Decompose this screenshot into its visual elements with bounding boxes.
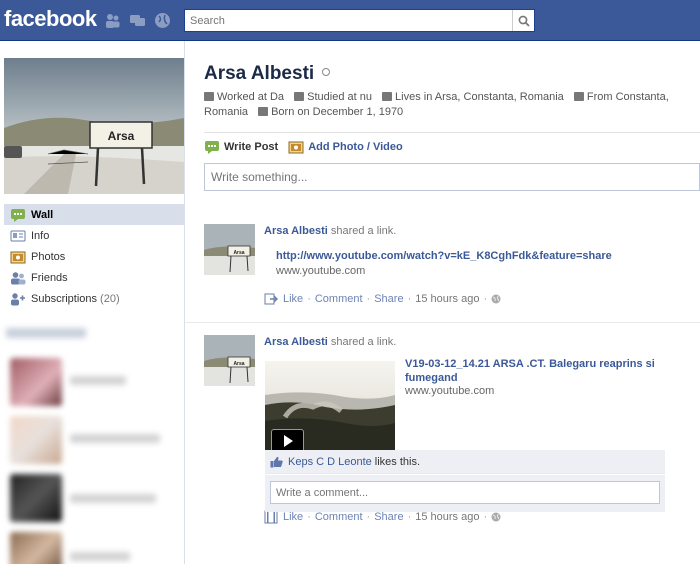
location-pin-icon	[382, 92, 393, 101]
composer-box	[204, 163, 700, 191]
post-header: Arsa Albesti shared a link.	[264, 336, 396, 348]
nav-item-friends[interactable]: Friends	[4, 267, 184, 288]
nav-label: Friends	[31, 271, 68, 284]
shared-link-url[interactable]: http://www.youtube.com/watch?v=kE_K8CghF…	[276, 250, 612, 262]
notifications-icon[interactable]	[154, 12, 171, 29]
write-post-label: Write Post	[224, 141, 279, 153]
author-thumb-photo: Arsa	[204, 335, 255, 386]
share-link[interactable]: Share	[374, 293, 403, 305]
post-author-thumb[interactable]: Arsa	[204, 335, 255, 386]
search-box	[184, 9, 535, 32]
profile-info: Worked at Da Studied at nu Lives in Arsa…	[204, 90, 684, 120]
comment-link[interactable]: Comment	[315, 511, 363, 523]
play-icon	[283, 435, 293, 447]
post-author[interactable]: Arsa Albesti	[264, 336, 328, 348]
video-thumbnail[interactable]	[265, 361, 395, 457]
write-something-input[interactable]	[205, 164, 699, 190]
nav-label: Photos	[31, 250, 66, 263]
subscriptions-count: (20)	[100, 292, 120, 305]
nav-item-subscriptions[interactable]: Subscriptions (20)	[4, 288, 184, 309]
add-photo-video-label: Add Photo / Video	[308, 141, 403, 153]
from: From Constanta,	[586, 91, 669, 103]
likes-sentence: Keps C D Leonte likes this.	[265, 450, 665, 474]
globe-icon	[491, 512, 501, 522]
video-icon	[264, 510, 278, 524]
born: Born on December 1, 1970	[271, 106, 404, 118]
search-input[interactable]	[185, 10, 505, 31]
write-comment-input[interactable]	[270, 481, 660, 504]
add-photo-video-tab[interactable]: Add Photo / Video	[288, 140, 403, 154]
left-column: Arsa Wall Info Photos Friends Subscripti…	[0, 41, 185, 564]
post-timestamp[interactable]: 15 hours ago	[415, 293, 479, 305]
friend-requests-icon[interactable]	[104, 12, 121, 29]
post-author[interactable]: Arsa Albesti	[264, 225, 328, 237]
facebook-logo[interactable]: facebook	[4, 6, 97, 32]
thumb-sign-text: Arsa	[233, 361, 244, 367]
home-icon	[573, 92, 584, 101]
friends-icon	[10, 271, 26, 285]
subscriptions-icon	[10, 292, 26, 306]
profile-picture[interactable]: Arsa	[4, 58, 184, 194]
profile-name[interactable]: Arsa Albesti	[204, 63, 314, 84]
top-bar: facebook	[0, 0, 700, 41]
friends-module-blurred	[0, 326, 184, 564]
calendar-icon	[258, 107, 269, 116]
comment-composer	[265, 475, 665, 512]
link-icon	[264, 293, 278, 305]
post-action: shared a link.	[330, 336, 397, 348]
video-title-link[interactable]: V19-03-12_14.21 ARSA .CT. Balegaru reapr…	[405, 357, 675, 385]
nav-item-photos[interactable]: Photos	[4, 246, 184, 267]
likes-suffix: likes this.	[374, 455, 421, 468]
profile-nav: Wall Info Photos Friends Subscriptions (…	[4, 204, 184, 309]
liker-name[interactable]: Keps C D Leonte	[288, 456, 372, 468]
thumbs-up-icon	[270, 456, 283, 467]
wall-icon	[10, 208, 26, 222]
status-dot-icon	[322, 68, 331, 76]
messages-icon[interactable]	[129, 12, 146, 29]
nav-label: Wall	[31, 208, 54, 221]
nav-label: Subscriptions	[31, 292, 98, 305]
write-post-tab[interactable]: Write Post	[204, 140, 278, 154]
nav-item-info[interactable]: Info	[4, 225, 184, 246]
graduation-cap-icon	[294, 92, 305, 101]
story-post-1: Arsa Arsa Albesti shared a link. http://…	[204, 224, 700, 314]
post-header: Arsa Albesti shared a link.	[264, 225, 396, 237]
comment-link[interactable]: Comment	[315, 293, 363, 305]
profile-photo-road-sign: Arsa	[4, 58, 184, 194]
share-link[interactable]: Share	[374, 511, 403, 523]
studied-at: Studied at nu	[307, 91, 372, 103]
briefcase-icon	[204, 92, 214, 101]
nav-label: Info	[31, 229, 50, 242]
divider	[185, 322, 700, 323]
photo-video-icon	[288, 141, 304, 154]
nav-item-wall[interactable]: Wall	[4, 204, 184, 225]
composer-tabs: Write Post Add Photo / Video	[204, 138, 413, 156]
write-post-icon	[205, 141, 219, 154]
post-actions: Like · Comment · Share · 15 hours ago ·	[264, 292, 501, 306]
search-icon	[518, 15, 530, 27]
divider	[204, 132, 700, 133]
lives-in: Lives in Arsa, Constanta, Romania	[395, 91, 564, 103]
globe-icon	[491, 294, 501, 304]
post-timestamp[interactable]: 15 hours ago	[415, 511, 479, 523]
profile-name-block: Arsa Albesti	[204, 63, 331, 85]
search-button[interactable]	[512, 10, 534, 31]
author-thumb-photo: Arsa	[204, 224, 255, 275]
post-author-thumb[interactable]: Arsa	[204, 224, 255, 275]
like-link[interactable]: Like	[283, 293, 303, 305]
like-link[interactable]: Like	[283, 511, 303, 523]
thumb-sign-text: Arsa	[233, 250, 244, 256]
worked-at: Worked at Da	[217, 91, 285, 103]
post-action: shared a link.	[330, 225, 397, 237]
sign-text: Arsa	[108, 129, 135, 143]
post-actions: Like · Comment · Share · 15 hours ago ·	[264, 510, 501, 524]
video-source: www.youtube.com	[405, 385, 495, 397]
shared-link-source: www.youtube.com	[276, 265, 366, 277]
photos-icon	[10, 250, 26, 264]
from-country: Romania	[204, 106, 249, 118]
info-icon	[10, 229, 26, 243]
